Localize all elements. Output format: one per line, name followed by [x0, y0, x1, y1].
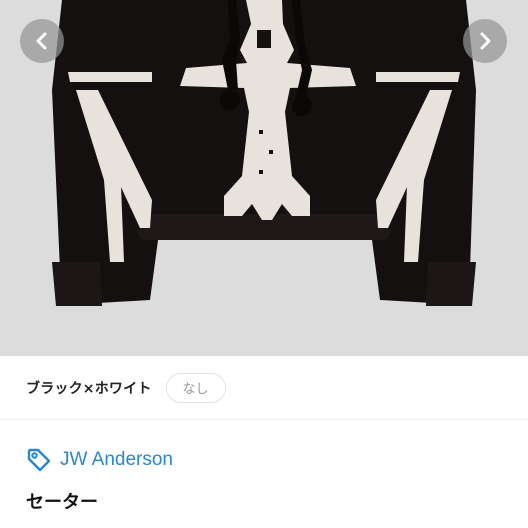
product-image [0, 0, 528, 356]
chevron-left-icon [36, 32, 47, 50]
next-image-button[interactable] [463, 19, 507, 63]
chevron-right-icon [480, 32, 491, 50]
tag-icon [27, 448, 51, 472]
variant-row: ブラック×ホワイト なし [0, 356, 528, 419]
color-label: ブラック×ホワイト [26, 380, 152, 397]
product-image-gallery[interactable] [0, 0, 528, 356]
section-divider [0, 419, 528, 420]
previous-image-button[interactable] [20, 19, 64, 63]
brand-name: JW Anderson [60, 449, 173, 470]
size-chip[interactable]: なし [165, 372, 226, 403]
item-title: セーター [26, 492, 98, 513]
brand-link[interactable]: JW Anderson [26, 445, 173, 475]
